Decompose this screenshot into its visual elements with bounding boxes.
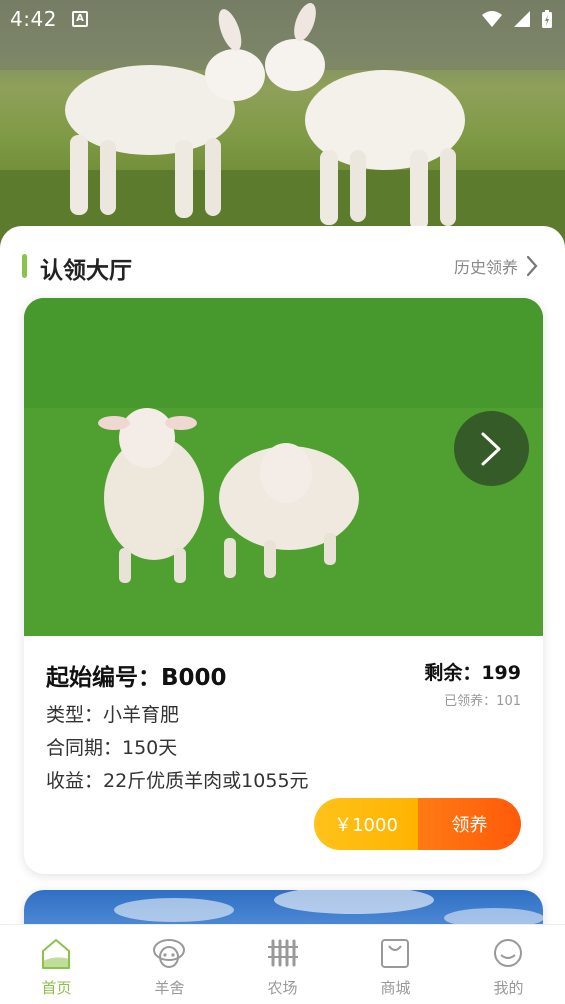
- type-text: 类型：小羊育肥: [46, 704, 180, 726]
- tab-label: 首页: [41, 979, 72, 997]
- tab-label: 农场: [267, 979, 298, 997]
- next-photo-button[interactable]: [454, 411, 529, 486]
- tab-mine[interactable]: 我的: [452, 925, 565, 1004]
- notification-a-icon: A: [72, 11, 88, 27]
- history-link-label: 历史领养: [453, 258, 518, 277]
- card-info: 起始编号：B000 剩余：199 已领养：101 类型：小羊育肥 合同期：150…: [24, 636, 543, 874]
- signal-icon: [514, 11, 530, 27]
- history-adoption-link[interactable]: 历史领养: [454, 254, 538, 278]
- card-photo: [24, 298, 543, 636]
- income-text: 收益：22斤优质羊肉或1055元: [46, 770, 309, 792]
- tab-label: 我的: [493, 979, 524, 997]
- start-code: 起始编号：B000: [46, 665, 227, 691]
- chevron-right-icon: [526, 255, 538, 277]
- content-sheet: 认领大厅 历史领养 起始编号：B000 剩余：199 已领养：101 类型：小羊…: [0, 226, 565, 970]
- adopted-count: 已领养：101: [444, 694, 521, 709]
- smiley-icon: [494, 939, 522, 967]
- contract-period-text: 合同期：150天: [46, 737, 178, 759]
- battery-icon: [542, 10, 552, 28]
- section-accent-bar: [22, 254, 27, 278]
- home-icon: [42, 939, 70, 969]
- section-header: 认领大厅 历史领养: [22, 252, 542, 284]
- adoption-card[interactable]: 起始编号：B000 剩余：199 已领养：101 类型：小羊育肥 合同期：150…: [24, 298, 543, 874]
- status-time: 4:42: [10, 7, 57, 31]
- fence-icon: [268, 939, 298, 967]
- tab-home[interactable]: 首页: [0, 925, 113, 1004]
- section-title: 认领大厅: [40, 258, 132, 284]
- wifi-icon: [482, 11, 502, 27]
- app-screen: 4:42 A 认领大厅 历史领养 起始编号：B000 剩余：199 已领养：10…: [0, 0, 565, 1004]
- tab-label: 商城: [380, 979, 411, 997]
- tab-label: 羊舍: [154, 979, 185, 997]
- bottom-tab-bar: 首页 羊舍 农场 商城 我的: [0, 924, 565, 1004]
- status-bar: 4:42 A: [0, 0, 565, 38]
- adopt-action-group: ￥1000 领养: [314, 798, 521, 850]
- sheep-icon: [153, 939, 185, 968]
- chevron-right-icon: [481, 432, 501, 466]
- shopping-bag-icon: [381, 939, 409, 968]
- remaining-count: 剩余：199: [424, 662, 521, 684]
- system-icons: [481, 9, 553, 29]
- adopt-button[interactable]: 领养: [418, 798, 521, 850]
- tab-sheepfold[interactable]: 羊舍: [113, 925, 226, 1004]
- price-button[interactable]: ￥1000: [314, 798, 418, 850]
- tab-mall[interactable]: 商城: [339, 925, 452, 1004]
- tab-farm[interactable]: 农场: [226, 925, 339, 1004]
